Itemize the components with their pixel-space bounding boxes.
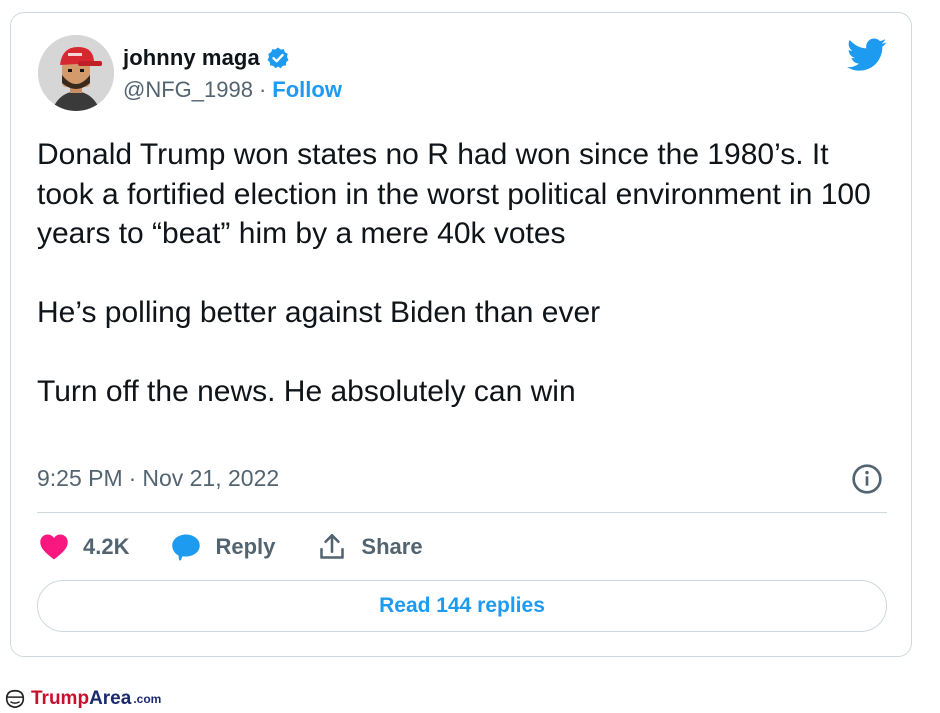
name-row: johnny maga [123,45,290,71]
tweet-timestamp[interactable]: 9:25 PM · Nov 21, 2022 [37,465,279,492]
twitter-bird-icon[interactable] [847,38,887,72]
avatar-image [38,35,114,111]
reply-bubble-icon [172,534,201,561]
reply-button[interactable]: Reply [171,533,275,561]
share-label: Share [361,534,423,559]
share-button[interactable]: Share [317,533,423,561]
handle-row: @NFG_1998 · Follow [123,77,342,103]
watermark-part-trump: Trump [31,688,90,709]
handle-separator: · [258,77,267,102]
verified-badge-icon [267,47,289,69]
heart-icon [40,534,68,560]
info-icon[interactable] [851,463,883,495]
follow-link[interactable]: Follow [272,77,342,103]
timestamp-separator: · [128,465,137,491]
action-bar: 4.2K Reply Share [39,531,465,563]
display-name[interactable]: johnny maga [123,45,260,71]
tweet-date: Nov 21, 2022 [142,465,280,491]
divider [37,512,887,513]
watermark-part-com: .com [133,692,162,706]
avatar[interactable] [38,35,114,111]
tweet-text: Donald Trump won states no R had won sin… [37,138,871,408]
reply-label: Reply [215,534,276,559]
trumparea-logo-icon [5,689,25,709]
trumparea-watermark: Trump Area .com [4,688,161,710]
share-icon [320,534,345,559]
watermark-part-area: Area [89,688,132,709]
read-replies-button[interactable]: Read 144 replies [37,580,887,632]
tweet-time: 9:25 PM [37,465,123,491]
handle[interactable]: @NFG_1998 [123,77,253,103]
tweet-card: johnny maga @NFG_1998 · Follow Donald Tr… [10,12,912,657]
like-button[interactable]: 4.2K [39,533,129,561]
read-replies-label: Read 144 replies [379,594,545,617]
like-count: 4.2K [83,534,130,559]
